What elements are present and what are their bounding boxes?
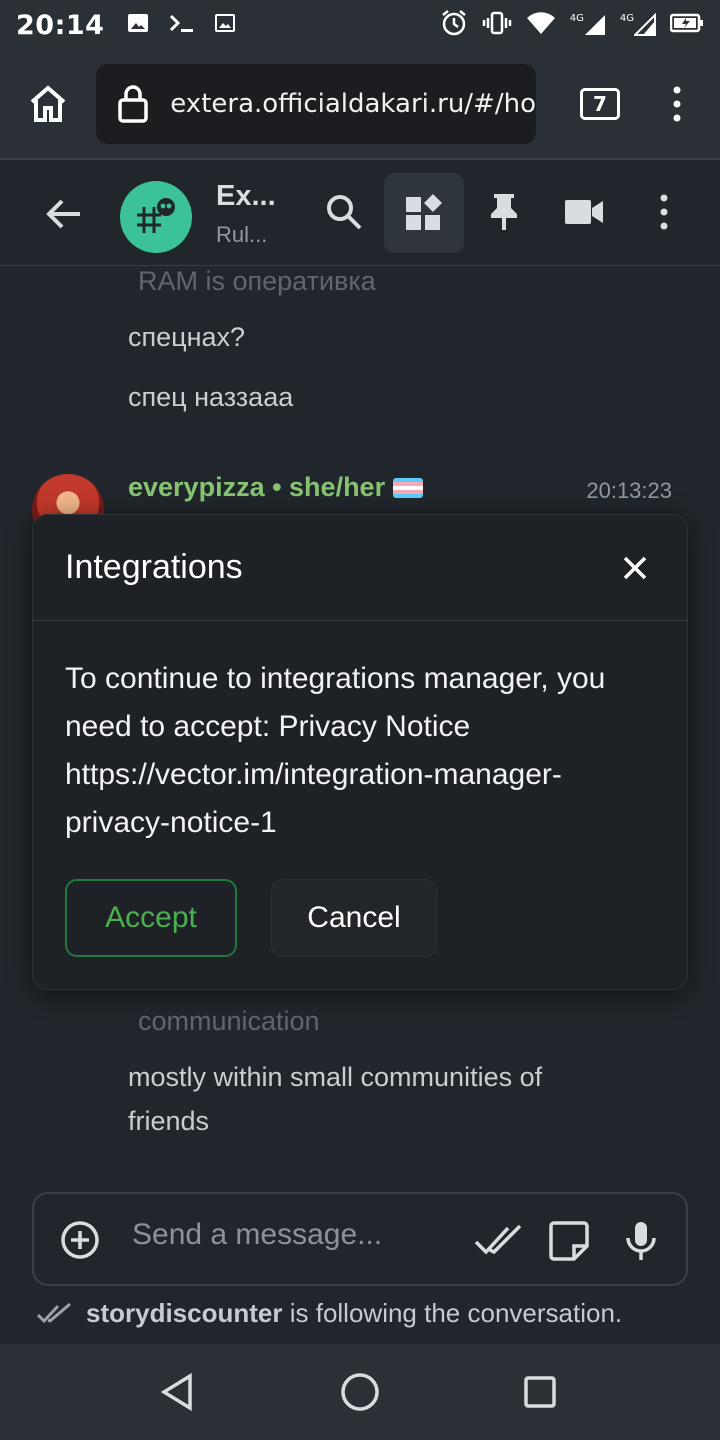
image-icon: [126, 11, 150, 39]
gallery-icon: [214, 12, 236, 38]
wifi-icon: [526, 10, 556, 40]
url-text: extera.officialdakari.ru/#/ho: [170, 89, 536, 119]
sticker-button[interactable]: [548, 1220, 590, 1267]
room-avatar[interactable]: [120, 181, 192, 253]
voice-message-button[interactable]: [624, 1220, 658, 1267]
pin-button[interactable]: [474, 182, 534, 242]
vibrate-icon: [482, 11, 512, 39]
double-check-icon: [474, 1224, 522, 1255]
lock-icon: [96, 84, 170, 124]
video-camera-icon: [565, 200, 603, 224]
square-recents-icon: [524, 1376, 556, 1408]
message-text: friends: [128, 1106, 210, 1136]
tab-switcher-button[interactable]: 7: [580, 88, 620, 120]
attach-button[interactable]: [60, 1220, 100, 1265]
message-composer: Send a message...: [32, 1192, 688, 1286]
network-label: 4G: [569, 13, 584, 24]
double-check-icon: [36, 1302, 71, 1323]
network-label-2: 4G: [619, 13, 634, 24]
accept-button[interactable]: Accept: [65, 879, 237, 957]
home-button[interactable]: [0, 50, 96, 158]
sender-name[interactable]: everypizza • she/her: [128, 472, 424, 503]
message-text: communication: [138, 1006, 320, 1036]
widgets-button[interactable]: [384, 173, 464, 253]
status-bar: 20:14 4G 4G: [0, 0, 720, 50]
search-icon: [327, 195, 362, 230]
message-text: спецнах?: [128, 322, 246, 352]
circle-home-icon: [341, 1373, 379, 1411]
arrow-left-icon: [46, 199, 80, 229]
battery-icon: [669, 12, 704, 38]
message-text: спец наззааа: [128, 382, 294, 412]
nav-back-button[interactable]: [160, 1372, 196, 1416]
browser-menu-button[interactable]: [670, 86, 684, 126]
status-time: 20:14: [16, 9, 105, 41]
read-receipts-button[interactable]: [474, 1220, 522, 1265]
message-input[interactable]: Send a message...: [132, 1218, 382, 1252]
close-icon: [623, 556, 647, 579]
room-name[interactable]: Ex...: [216, 180, 276, 213]
integrations-dialog: Integrations To continue to integrations…: [32, 514, 688, 990]
add-circle-icon: [61, 1221, 99, 1259]
room-options-button[interactable]: [634, 182, 694, 242]
dialog-buttons: Accept Cancel: [65, 879, 437, 957]
signal-icon: 4G: [570, 13, 606, 37]
typing-indicator: storydiscounter is following the convers…: [36, 1298, 622, 1329]
system-navigation-bar: [0, 1344, 720, 1440]
home-icon: [30, 85, 66, 122]
room-header: Ex... Rul...: [0, 160, 720, 266]
widgets-icon: [406, 194, 442, 230]
room-topic: Rul...: [216, 222, 268, 247]
message-text: mostly within small communities of: [128, 1062, 543, 1092]
message-text: RAM is оперативка: [138, 266, 376, 296]
following-user: storydiscounter: [86, 1298, 283, 1328]
search-button[interactable]: [314, 182, 374, 242]
more-vertical-icon: [673, 86, 681, 122]
browser-toolbar: extera.officialdakari.ru/#/ho 7: [0, 50, 720, 158]
nav-home-button[interactable]: [340, 1372, 380, 1416]
trans-flag-icon: [393, 477, 424, 498]
video-call-button[interactable]: [554, 182, 614, 242]
nav-recents-button[interactable]: [522, 1372, 558, 1416]
close-button[interactable]: [615, 548, 655, 588]
sticker-icon: [549, 1221, 589, 1261]
signal-icon-2: 4G: [620, 13, 656, 37]
alarm-icon: [440, 9, 468, 41]
dialog-title: Integrations: [65, 548, 243, 586]
hashtag-skull-icon: [137, 198, 175, 233]
triangle-back-icon: [160, 1372, 192, 1412]
terminal-icon: [168, 11, 196, 39]
pin-icon: [491, 194, 517, 230]
back-button[interactable]: [44, 196, 84, 236]
more-vertical-icon: [660, 194, 668, 230]
cancel-button[interactable]: Cancel: [271, 879, 437, 957]
sender-display-name: everypizza • she/her: [128, 472, 386, 502]
dialog-header: Integrations: [33, 515, 687, 621]
address-bar[interactable]: extera.officialdakari.ru/#/ho: [96, 64, 536, 144]
message-timestamp: 20:13:23: [586, 478, 672, 503]
dialog-message: To continue to integrations manager, you…: [65, 662, 606, 839]
following-text: is following the conversation.: [282, 1298, 623, 1328]
microphone-icon: [626, 1222, 656, 1260]
